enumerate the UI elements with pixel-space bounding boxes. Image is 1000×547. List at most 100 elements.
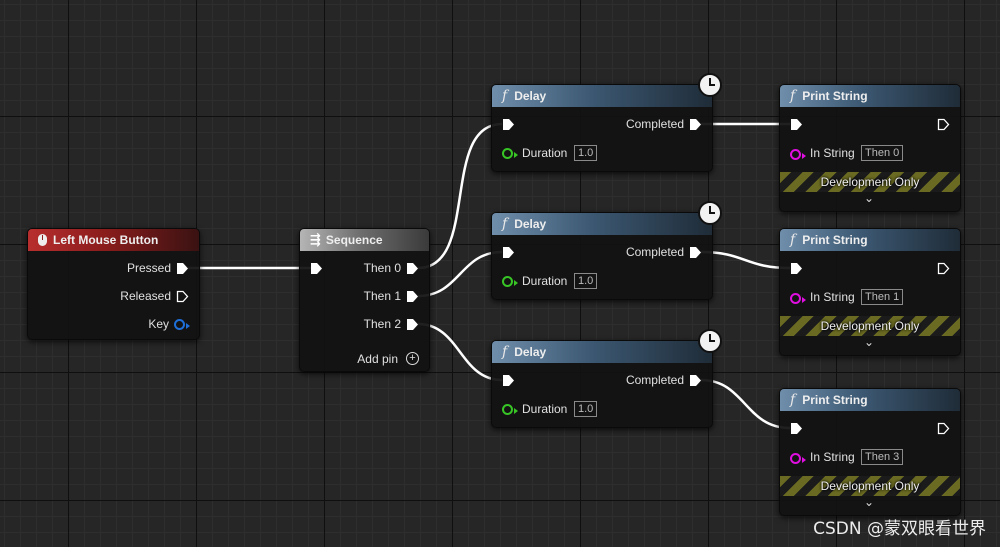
mouse-icon bbox=[38, 234, 47, 246]
development-only-banner: Development Only bbox=[780, 172, 960, 192]
event-node-title: Left Mouse Button bbox=[53, 233, 159, 247]
wire-then0-to-delay1 bbox=[417, 122, 503, 270]
duration-label: Duration bbox=[522, 146, 568, 160]
completed-exec-pin-icon[interactable] bbox=[689, 374, 702, 387]
latent-clock-icon bbox=[698, 201, 722, 225]
released-exec-pin-icon[interactable] bbox=[176, 290, 189, 303]
duration-value-field[interactable]: 1.0 bbox=[574, 273, 598, 289]
print-string-node-header[interactable]: f Print String bbox=[780, 85, 960, 107]
function-icon: f bbox=[502, 344, 508, 360]
print-exec-in-pin-icon[interactable] bbox=[790, 422, 803, 435]
add-pin-label[interactable]: Add pin bbox=[357, 352, 398, 366]
print-string-node-title: Print String bbox=[802, 233, 868, 247]
in-string-pin-arrow-icon bbox=[802, 153, 806, 159]
then0-exec-pin-icon[interactable] bbox=[406, 262, 419, 275]
completed-exec-pin-icon[interactable] bbox=[689, 246, 702, 259]
in-string-value-field[interactable]: Then 1 bbox=[861, 289, 904, 305]
expand-chevron-down-icon[interactable]: ⌄ bbox=[864, 335, 874, 349]
delay-exec-in-pin-icon[interactable] bbox=[502, 374, 515, 387]
function-icon: f bbox=[790, 392, 796, 408]
function-icon: f bbox=[502, 88, 508, 104]
delay-node-header[interactable]: f Delay bbox=[492, 341, 712, 363]
completed-label: Completed bbox=[625, 373, 684, 387]
pressed-exec-pin-icon[interactable] bbox=[176, 262, 189, 275]
print-string-node-2[interactable]: f Print String In String Then 1 Developm… bbox=[779, 228, 961, 356]
print-string-node-title: Print String bbox=[802, 89, 868, 103]
then2-exec-pin-icon[interactable] bbox=[406, 318, 419, 331]
print-string-node-header[interactable]: f Print String bbox=[780, 229, 960, 251]
function-icon: f bbox=[790, 88, 796, 104]
duration-pin-icon[interactable] bbox=[502, 276, 513, 287]
development-only-banner: Development Only bbox=[780, 476, 960, 496]
completed-label: Completed bbox=[625, 117, 684, 131]
sequence-node-title: Sequence bbox=[325, 233, 383, 247]
delay-node-header[interactable]: f Delay bbox=[492, 85, 712, 107]
key-pin-arrow-icon bbox=[186, 323, 190, 329]
in-string-pin-arrow-icon bbox=[802, 297, 806, 303]
delay-node-title: Delay bbox=[514, 89, 547, 103]
in-string-pin-icon[interactable] bbox=[790, 149, 801, 160]
print-exec-in-pin-icon[interactable] bbox=[790, 262, 803, 275]
sequence-icon: ⇶ bbox=[310, 232, 321, 248]
sequence-exec-in-pin-icon[interactable] bbox=[310, 262, 323, 275]
sequence-node-header[interactable]: ⇶ Sequence bbox=[300, 229, 429, 251]
sequence-node[interactable]: ⇶ Sequence Then 0 Then 1 Then 2 Add pin … bbox=[299, 228, 430, 372]
development-only-banner: Development Only bbox=[780, 316, 960, 336]
wire-then2-to-delay3 bbox=[417, 322, 503, 382]
delay-node-title: Delay bbox=[514, 217, 547, 231]
duration-value-field[interactable]: 1.0 bbox=[574, 145, 598, 161]
add-pin-icon[interactable]: + bbox=[406, 352, 419, 365]
print-exec-out-pin-icon[interactable] bbox=[937, 262, 950, 275]
duration-pin-icon[interactable] bbox=[502, 404, 513, 415]
in-string-pin-icon[interactable] bbox=[790, 453, 801, 464]
print-string-node-3[interactable]: f Print String In String Then 3 Developm… bbox=[779, 388, 961, 516]
delay-node-3[interactable]: f Delay Completed Duration 1.0 bbox=[491, 329, 722, 428]
in-string-label: In String bbox=[810, 290, 855, 304]
expand-chevron-down-icon[interactable]: ⌄ bbox=[864, 495, 874, 509]
print-exec-out-pin-icon[interactable] bbox=[937, 118, 950, 131]
in-string-pin-icon[interactable] bbox=[790, 293, 801, 304]
delay-exec-in-pin-icon[interactable] bbox=[502, 246, 515, 259]
completed-label: Completed bbox=[625, 245, 684, 259]
print-exec-out-pin-icon[interactable] bbox=[937, 422, 950, 435]
development-only-label: Development Only bbox=[820, 479, 920, 493]
in-string-value-field[interactable]: Then 0 bbox=[861, 145, 904, 161]
key-pin-icon[interactable] bbox=[174, 319, 185, 330]
pressed-label: Pressed bbox=[126, 261, 171, 275]
wire-delay3-to-print3 bbox=[700, 378, 791, 430]
completed-exec-pin-icon[interactable] bbox=[689, 118, 702, 131]
duration-pin-icon[interactable] bbox=[502, 148, 513, 159]
latent-clock-icon bbox=[698, 73, 722, 97]
duration-pin-arrow-icon bbox=[514, 280, 518, 286]
expand-chevron-down-icon[interactable]: ⌄ bbox=[864, 191, 874, 205]
delay-node-header[interactable]: f Delay bbox=[492, 213, 712, 235]
then2-label: Then 2 bbox=[363, 317, 401, 331]
latent-clock-icon bbox=[698, 329, 722, 353]
released-label: Released bbox=[120, 289, 171, 303]
watermark: CSDN @蒙双眼看世界 bbox=[813, 519, 986, 539]
then0-label: Then 0 bbox=[363, 261, 401, 275]
duration-pin-arrow-icon bbox=[514, 408, 518, 414]
duration-label: Duration bbox=[522, 274, 568, 288]
wire-delay2-to-print2 bbox=[700, 250, 791, 270]
delay-exec-in-pin-icon[interactable] bbox=[502, 118, 515, 131]
function-icon: f bbox=[502, 216, 508, 232]
wire-then1-to-delay2 bbox=[417, 250, 503, 298]
then1-exec-pin-icon[interactable] bbox=[406, 290, 419, 303]
in-string-value-field[interactable]: Then 3 bbox=[861, 449, 904, 465]
duration-pin-arrow-icon bbox=[514, 152, 518, 158]
duration-label: Duration bbox=[522, 402, 568, 416]
print-string-node-header[interactable]: f Print String bbox=[780, 389, 960, 411]
duration-value-field[interactable]: 1.0 bbox=[574, 401, 598, 417]
print-exec-in-pin-icon[interactable] bbox=[790, 118, 803, 131]
then1-label: Then 1 bbox=[363, 289, 401, 303]
in-string-label: In String bbox=[810, 146, 855, 160]
development-only-label: Development Only bbox=[820, 319, 920, 333]
event-node-header[interactable]: Left Mouse Button bbox=[28, 229, 199, 251]
print-string-node-title: Print String bbox=[802, 393, 868, 407]
function-icon: f bbox=[790, 232, 796, 248]
delay-node-2[interactable]: f Delay Completed Duration 1.0 bbox=[491, 201, 722, 300]
event-node-left-mouse-button[interactable]: Left Mouse Button Pressed Released Key bbox=[27, 228, 200, 340]
print-string-node-1[interactable]: f Print String In String Then 0 Developm… bbox=[779, 84, 961, 212]
delay-node-1[interactable]: f Delay Completed Duration 1.0 bbox=[491, 73, 722, 172]
